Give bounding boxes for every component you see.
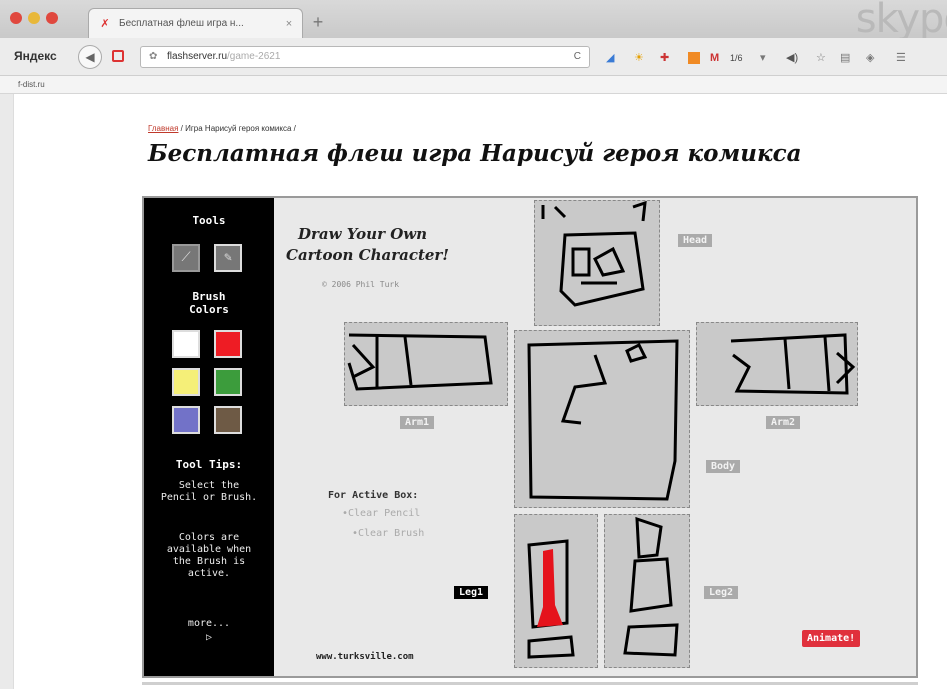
extension-icon[interactable]: ✚ <box>660 52 669 64</box>
active-box-heading: For Active Box: <box>328 490 419 501</box>
game-title-line-2: Cartoon Character! <box>286 246 449 264</box>
tab-close-icon[interactable]: × <box>282 18 296 30</box>
clear-pencil-button[interactable]: •Clear Pencil <box>342 508 420 519</box>
more-arrow-icon[interactable]: ▷ <box>144 632 274 644</box>
tool-tips-heading: Tool Tips: <box>175 458 243 471</box>
breadcrumb-home-link[interactable]: Главная <box>148 124 178 133</box>
clear-brush-button[interactable]: •Clear Brush <box>352 528 424 539</box>
tools-panel: Tools ⟋ ✎ Brush Colors Tool Tips: Select… <box>144 198 274 676</box>
skype-watermark: skype <box>855 0 947 42</box>
yandex-logo[interactable]: Яндекс <box>14 49 57 63</box>
url-host: flashserver.ru <box>167 51 228 62</box>
leg2-drawing-box[interactable] <box>604 514 690 668</box>
site-icon <box>112 50 124 62</box>
tab-title: Бесплатная флеш игра н... <box>119 18 244 29</box>
dropdown-icon[interactable]: ▾ <box>760 52 766 64</box>
tool-tip-colors: Colors are available when the Brush is a… <box>166 532 252 579</box>
more-link[interactable]: more... <box>144 618 274 630</box>
breadcrumb: Главная / Игра Нарисуй героя комикса / <box>148 124 296 133</box>
bookmark-flag-icon[interactable]: ◢ <box>606 52 614 64</box>
leg1-drawing-box[interactable] <box>514 514 598 668</box>
animate-button[interactable]: Animate! <box>802 630 861 647</box>
mail-icon[interactable]: M <box>710 52 719 64</box>
page-title: Бесплатная флеш игра Нарисуй героя комик… <box>148 140 802 167</box>
orange-extension-icon[interactable] <box>688 52 700 64</box>
game-title-line-1: Draw Your Own <box>298 225 428 243</box>
brush-colors-heading: Brush Colors <box>189 290 229 316</box>
page-info-icon[interactable]: ✿ <box>149 47 157 67</box>
browser-toolbar: Яндекс ◀ ✿ flashserver.ru/game-2621 C ◢ … <box>0 38 947 76</box>
game-title: Draw Your Own Cartoon Character! <box>286 224 449 266</box>
new-tab-button[interactable]: + <box>306 13 330 32</box>
color-swatch-blue[interactable] <box>172 406 200 434</box>
color-swatch-red[interactable] <box>214 330 242 358</box>
head-label: Head <box>678 234 713 247</box>
weather-icon[interactable]: ☀ <box>634 52 644 64</box>
speaker-icon[interactable]: ◀) <box>786 52 798 64</box>
arm1-drawing-box[interactable] <box>344 322 508 406</box>
browser-tab[interactable]: ✗ Бесплатная флеш игра н... × <box>88 8 303 38</box>
body-drawing-box[interactable] <box>514 330 690 508</box>
page-sidebar-strip <box>0 94 14 689</box>
star-icon[interactable]: ☆ <box>816 52 826 64</box>
minimize-window-button[interactable] <box>28 12 40 24</box>
close-window-button[interactable] <box>10 12 22 24</box>
color-swatch-white[interactable] <box>172 330 200 358</box>
color-swatch-brown[interactable] <box>214 406 242 434</box>
mail-count[interactable]: 1/6 <box>730 52 743 64</box>
tools-heading: Tools <box>192 214 226 227</box>
leg1-label: Leg1 <box>454 586 489 599</box>
content-divider <box>142 682 918 685</box>
arm2-sketch <box>730 333 856 395</box>
color-swatch-yellow[interactable] <box>172 368 200 396</box>
arm1-sketch <box>347 333 493 391</box>
color-swatch-green[interactable] <box>214 368 242 396</box>
tab-bar: ✗ Бесплатная флеш игра н... × + skype <box>0 0 947 42</box>
bookmarks-bar: f-dist.ru <box>0 76 947 94</box>
website-link[interactable]: www.turksville.com <box>316 652 414 662</box>
site-favicon-icon: ✗ <box>100 17 110 30</box>
game-copyright: © 2006 Phil Turk <box>322 280 400 289</box>
document-icon[interactable]: ▤ <box>840 52 850 64</box>
menu-icon[interactable]: ☰ <box>896 52 906 64</box>
head-drawing-box[interactable] <box>534 200 660 326</box>
leg2-label: Leg2 <box>704 586 739 599</box>
back-button[interactable]: ◀ <box>78 45 102 69</box>
tool-tip-select: Select the Pencil or Brush. <box>160 480 258 503</box>
address-bar[interactable]: ✿ flashserver.ru/game-2621 C <box>140 46 590 68</box>
body-label: Body <box>706 460 741 473</box>
body-sketch <box>527 339 679 501</box>
url-path: /game-2621 <box>227 51 281 62</box>
leg1-sketch <box>527 539 575 659</box>
breadcrumb-current: / Игра Нарисуй героя комикса / <box>178 124 296 133</box>
arm2-label: Arm2 <box>766 416 801 429</box>
pencil-tool-button[interactable]: ⟋ <box>172 244 200 272</box>
shield-icon[interactable]: ◈ <box>866 52 874 64</box>
arm1-label: Arm1 <box>400 416 435 429</box>
leg2-sketch <box>623 516 679 657</box>
flash-game[interactable]: Tools ⟋ ✎ Brush Colors Tool Tips: Select… <box>142 196 918 678</box>
reload-icon[interactable]: C <box>574 47 581 67</box>
head-sketch <box>541 200 647 307</box>
brush-tool-button[interactable]: ✎ <box>214 244 242 272</box>
zoom-window-button[interactable] <box>46 12 58 24</box>
browser-window: ✗ Бесплатная флеш игра н... × + skype Ян… <box>0 0 947 689</box>
arm2-drawing-box[interactable] <box>696 322 858 406</box>
bookmark-item[interactable]: f-dist.ru <box>18 80 45 89</box>
